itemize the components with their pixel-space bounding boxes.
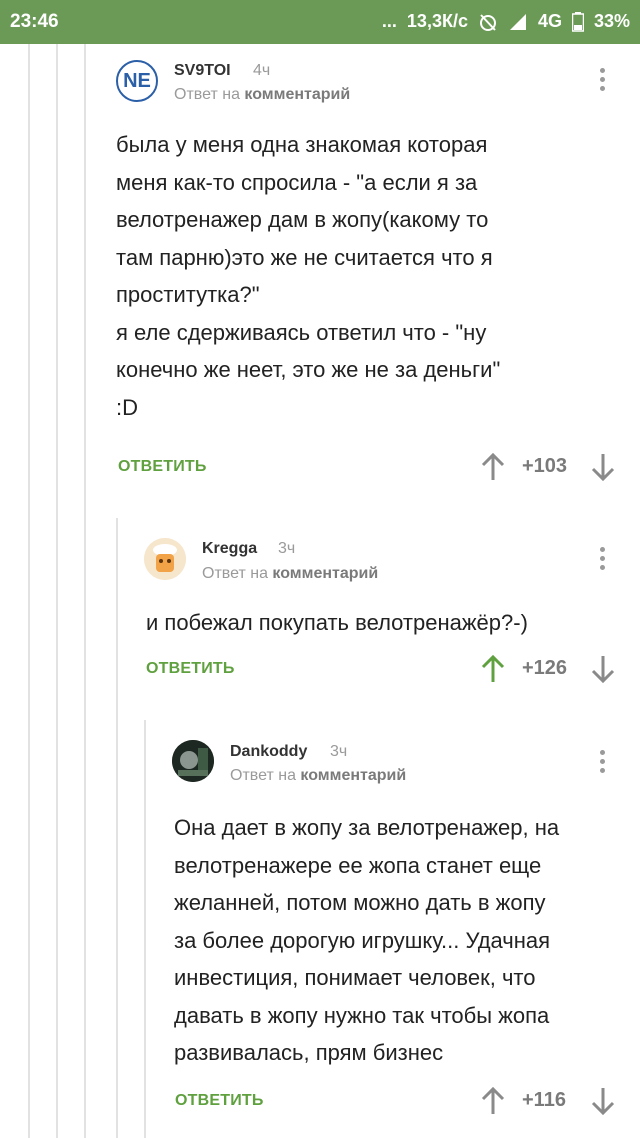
status-time: 23:46 xyxy=(10,11,59,32)
comment-text: и побежал покупать велотренажёр?-) xyxy=(146,610,528,635)
avatar[interactable] xyxy=(172,740,214,782)
battery-level: 33% xyxy=(593,11,630,31)
more-menu-icon[interactable] xyxy=(592,64,612,96)
upvote-arrow-icon[interactable] xyxy=(481,452,505,482)
username[interactable]: Kregga xyxy=(202,540,257,558)
thread-line xyxy=(28,44,30,1138)
rating: +126 xyxy=(522,657,568,679)
reply-prefix: Ответ на xyxy=(202,565,268,582)
reply-target-link[interactable]: комментарий xyxy=(272,565,378,582)
comment-time: 4ч xyxy=(253,62,271,79)
reply-target-link[interactable]: комментарий xyxy=(300,767,406,784)
reply-target-link[interactable]: комментарий xyxy=(244,86,350,103)
username[interactable]: Dankoddy xyxy=(230,743,307,761)
avatar-logo-text: NE xyxy=(123,69,151,92)
comment-time: 3ч xyxy=(330,743,348,760)
more-menu-icon[interactable] xyxy=(592,746,612,778)
more-menu-icon[interactable] xyxy=(592,543,612,575)
reply-prefix: Ответ на xyxy=(230,767,296,784)
reply-button[interactable]: ОТВЕТИТЬ xyxy=(175,1092,264,1110)
downvote-arrow-icon[interactable] xyxy=(591,452,615,482)
status-bar: 23:46 ... 13,3К/с 4G 33% xyxy=(0,0,640,44)
signal-icon xyxy=(509,13,526,30)
reply-button[interactable]: ОТВЕТИТЬ xyxy=(118,458,207,476)
comment-text: Она дает в жопу за велотренажер, на вело… xyxy=(174,815,560,1065)
username[interactable]: SV9TOI xyxy=(174,62,231,80)
thread-line xyxy=(116,518,118,1138)
downvote-arrow-icon[interactable] xyxy=(591,1086,615,1116)
rating: +103 xyxy=(522,455,568,477)
downvote-arrow-icon[interactable] xyxy=(591,654,615,684)
thread-line xyxy=(56,44,58,1138)
thread-line xyxy=(144,720,146,1138)
reply-to: Ответ на комментарий xyxy=(230,767,406,785)
upvote-arrow-icon[interactable] xyxy=(481,1086,505,1116)
avatar-image xyxy=(144,538,186,580)
network-type: 4G xyxy=(537,11,562,31)
comment-text: была у меня одна знакомая которая меня к… xyxy=(116,132,501,420)
reply-button[interactable]: ОТВЕТИТЬ xyxy=(146,660,235,678)
comment-time: 3ч xyxy=(278,540,296,557)
reply-prefix: Ответ на xyxy=(174,86,240,103)
battery-icon xyxy=(571,11,584,32)
reply-to: Ответ на комментарий xyxy=(202,565,378,583)
avatar-image xyxy=(172,740,214,782)
rating: +116 xyxy=(522,1089,566,1111)
status-dots: ... xyxy=(381,11,397,31)
thread-line xyxy=(84,44,86,1138)
alarm-off-icon xyxy=(479,13,496,31)
avatar[interactable]: NE xyxy=(116,60,158,102)
reply-to: Ответ на комментарий xyxy=(174,86,350,104)
avatar[interactable] xyxy=(144,538,186,580)
upvote-arrow-icon[interactable] xyxy=(481,654,505,684)
network-speed: 13,3К/с xyxy=(406,11,468,31)
